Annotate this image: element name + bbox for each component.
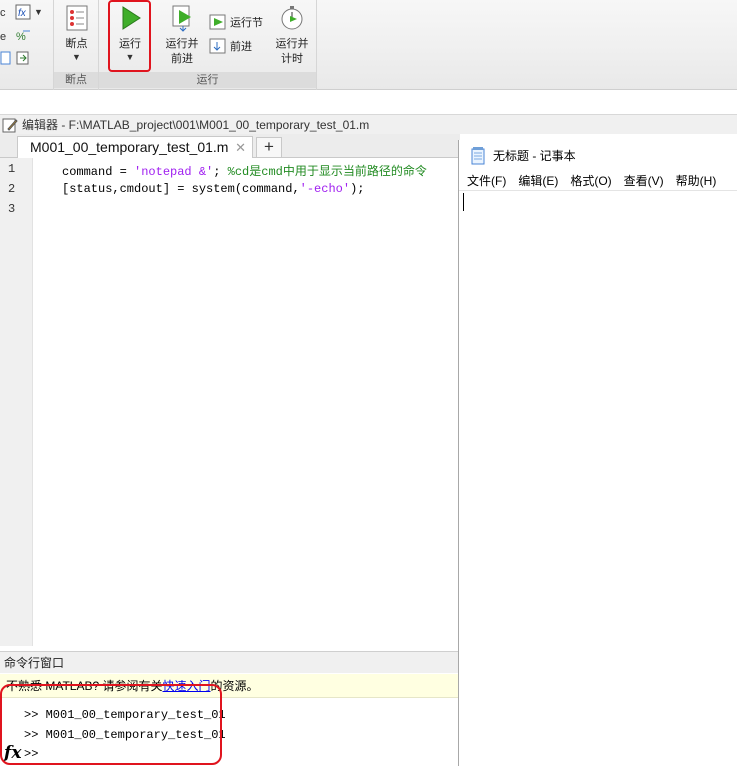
menu-format[interactable]: 格式(O) — [570, 171, 611, 190]
fx-insert-icon: fx — [15, 4, 31, 20]
line-number: 3 — [8, 202, 16, 216]
breakpoints-section-caption: 断点 — [54, 72, 98, 88]
close-icon[interactable]: ✕ — [235, 138, 246, 158]
notepad-menu-bar: 文件(F) 编辑(E) 格式(O) 查看(V) 帮助(H) — [459, 171, 737, 191]
string-literal: 'notepad &' — [134, 165, 214, 179]
code-line-1[interactable]: command = 'notepad &'; %cd是cmd中用于显示当前路径的… — [62, 162, 427, 179]
cut-icon: c — [0, 7, 6, 19]
percent-comment-icon: % — [16, 30, 30, 43]
run-section-button[interactable]: 运行节 — [209, 13, 263, 31]
editor-pencil-icon — [2, 118, 18, 132]
indent-icon — [16, 51, 29, 65]
code-text: ); — [350, 182, 365, 196]
chevron-down-icon: ▼ — [72, 52, 81, 62]
menu-file[interactable]: 文件(F) — [467, 171, 506, 190]
text-caret[interactable] — [463, 193, 464, 211]
run-and-time-line2: 计时 — [281, 53, 303, 65]
doc-icon — [0, 51, 11, 65]
notepad-title: 无标题 - 记事本 — [493, 149, 576, 163]
command-window-title: 命令行窗口 — [0, 651, 460, 673]
breakpoints-label: 断点 — [65, 38, 88, 50]
notepad-icon — [471, 146, 485, 164]
code-line-2[interactable]: [status,cmdout] = system(command,'-echo'… — [62, 182, 364, 196]
notepad-title-bar: 无标题 - 记事本 — [459, 140, 737, 171]
command-output-highlight — [0, 684, 222, 765]
code-comment: %cd是cmd中用于显示当前路径的命令 — [227, 165, 427, 179]
chevron-down-icon: ▼ — [34, 7, 43, 17]
notepad-window: 无标题 - 记事本 文件(F) 编辑(E) 格式(O) 查看(V) 帮助(H) — [458, 140, 737, 766]
run-and-time-button[interactable]: 运行并 计时 — [271, 4, 313, 67]
run-and-advance-line2: 前进 — [171, 53, 193, 65]
code-text: [status,cmdout] = system(command, — [62, 182, 300, 196]
advance-label: 前进 — [230, 41, 252, 53]
line-number-gutter: 1 2 3 — [0, 158, 33, 646]
function-icon-row[interactable]: c fx ▼ — [0, 4, 43, 20]
line-number: 1 — [8, 162, 16, 176]
run-and-advance-button[interactable]: 运行并 前进 — [161, 4, 203, 67]
svg-text:e: e — [0, 31, 6, 43]
run-and-advance-line1: 运行并 — [165, 38, 199, 50]
editor-file-tab[interactable]: M001_00_temporary_test_01.m ✕ — [17, 136, 253, 158]
advance-icon — [209, 38, 226, 54]
run-section-icon — [209, 14, 226, 30]
toolstrip-section-left: c fx ▼ e % — [0, 0, 54, 90]
menu-edit[interactable]: 编辑(E) — [518, 171, 558, 190]
comment-icon-row[interactable]: e % — [0, 28, 31, 44]
run-button-highlight — [108, 0, 151, 72]
line-number: 2 — [8, 182, 16, 196]
code-text: ; — [213, 165, 228, 179]
advance-button[interactable]: 前进 — [209, 37, 252, 55]
svg-text:%: % — [16, 31, 26, 43]
editor-title: 编辑器 - F:\MATLAB_project\001\M001_00_temp… — [22, 118, 370, 132]
breakpoints-button[interactable]: 断点 ▼ — [54, 4, 99, 62]
editor-title-bar: 编辑器 - F:\MATLAB_project\001\M001_00_temp… — [0, 114, 737, 134]
run-and-time-line1: 运行并 — [275, 38, 309, 50]
svg-text:fx: fx — [18, 8, 27, 19]
bracket-icon: e — [0, 31, 6, 43]
stopwatch-icon — [281, 6, 303, 30]
svg-text:c: c — [0, 7, 6, 19]
indent-icon-row[interactable] — [0, 50, 31, 66]
run-section-caption: 运行 — [99, 72, 316, 88]
run-section-label: 运行节 — [230, 17, 263, 29]
menu-help[interactable]: 帮助(H) — [676, 171, 717, 190]
menu-view[interactable]: 查看(V) — [624, 171, 664, 190]
run-and-advance-icon — [172, 5, 191, 32]
string-literal: '-echo' — [299, 182, 351, 196]
breakpoints-icon — [66, 5, 87, 31]
toolstrip-section-breakpoints: 断点 ▼ 断点 — [54, 0, 99, 90]
tab-label: M001_00_temporary_test_01.m — [30, 139, 229, 155]
code-text: command = — [62, 165, 135, 179]
new-tab-button[interactable]: + — [256, 137, 282, 158]
editor-tab-bar: M001_00_temporary_test_01.m ✕ + — [0, 134, 460, 158]
